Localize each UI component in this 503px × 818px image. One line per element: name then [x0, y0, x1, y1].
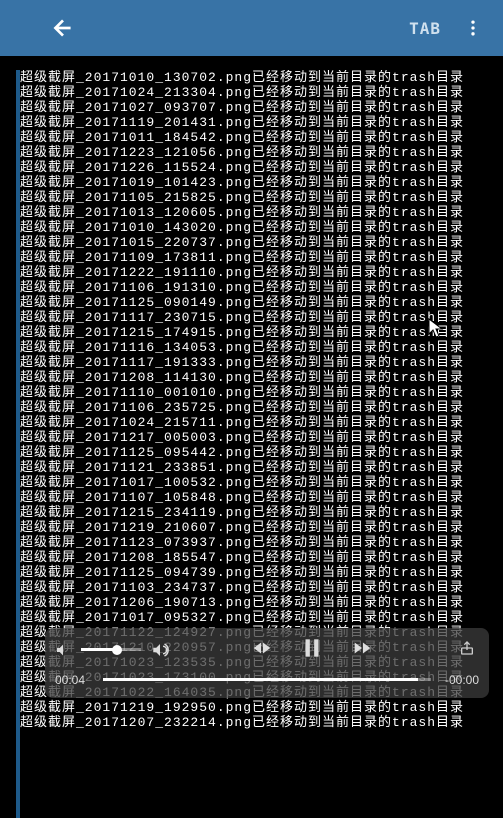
- terminal-line: 超级截屏_20171116_134053.png已经移动到当前目录的trash目…: [20, 340, 503, 355]
- terminal-line: 超级截屏_20171027_093707.png已经移动到当前目录的trash目…: [20, 100, 503, 115]
- terminal-line: 超级截屏_20171105_215825.png已经移动到当前目录的trash目…: [20, 190, 503, 205]
- terminal-line: 超级截屏_20171125_090149.png已经移动到当前目录的trash目…: [20, 295, 503, 310]
- terminal-line: 超级截屏_20171103_234737.png已经移动到当前目录的trash目…: [20, 580, 503, 595]
- app-toolbar: TAB: [0, 0, 503, 56]
- terminal-line: 超级截屏_20171117_191333.png已经移动到当前目录的trash目…: [20, 355, 503, 370]
- prev-button[interactable]: [251, 637, 273, 663]
- terminal-line: 超级截屏_20171119_201431.png已经移动到当前目录的trash目…: [20, 115, 503, 130]
- terminal-pane[interactable]: 超级截屏_20171010_130702.png已经移动到当前目录的trash目…: [16, 70, 503, 818]
- volume-high-icon: [151, 641, 169, 659]
- media-player-overlay: 00:04 -00:00: [45, 628, 489, 698]
- more-menu-icon[interactable]: [455, 10, 491, 46]
- pause-button[interactable]: [299, 635, 325, 665]
- terminal-line: 超级截屏_20171017_100532.png已经移动到当前目录的trash目…: [20, 475, 503, 490]
- terminal-line: 超级截屏_20171024_215711.png已经移动到当前目录的trash目…: [20, 415, 503, 430]
- terminal-line: 超级截屏_20171109_173811.png已经移动到当前目录的trash目…: [20, 250, 503, 265]
- back-button[interactable]: [42, 7, 84, 49]
- terminal-line: 超级截屏_20171208_114130.png已经移动到当前目录的trash目…: [20, 370, 503, 385]
- terminal-line: 超级截屏_20171010_143020.png已经移动到当前目录的trash目…: [20, 220, 503, 235]
- terminal-line: 超级截屏_20171106_235725.png已经移动到当前目录的trash目…: [20, 400, 503, 415]
- terminal-line: 超级截屏_20171215_234119.png已经移动到当前目录的trash目…: [20, 505, 503, 520]
- terminal-line: 超级截屏_20171222_191110.png已经移动到当前目录的trash目…: [20, 265, 503, 280]
- terminal-line: 超级截屏_20171219_210607.png已经移动到当前目录的trash目…: [20, 520, 503, 535]
- volume-slider[interactable]: [81, 648, 141, 651]
- terminal-line: 超级截屏_20171106_191310.png已经移动到当前目录的trash目…: [20, 280, 503, 295]
- share-button[interactable]: [455, 639, 479, 661]
- terminal-line: 超级截屏_20171107_105848.png已经移动到当前目录的trash目…: [20, 490, 503, 505]
- terminal-line: 超级截屏_20171125_094739.png已经移动到当前目录的trash目…: [20, 565, 503, 580]
- current-time: 00:04: [55, 673, 95, 687]
- terminal-line: 超级截屏_20171208_185547.png已经移动到当前目录的trash目…: [20, 550, 503, 565]
- terminal-line: 超级截屏_20171223_121056.png已经移动到当前目录的trash目…: [20, 145, 503, 160]
- terminal-line: 超级截屏_20171206_190713.png已经移动到当前目录的trash目…: [20, 595, 503, 610]
- terminal-line: 超级截屏_20171215_174915.png已经移动到当前目录的trash目…: [20, 325, 503, 340]
- terminal-line: 超级截屏_20171207_232214.png已经移动到当前目录的trash目…: [20, 715, 503, 730]
- terminal-line: 超级截屏_20171015_220737.png已经移动到当前目录的trash目…: [20, 235, 503, 250]
- terminal-line: 超级截屏_20171010_130702.png已经移动到当前目录的trash目…: [20, 70, 503, 85]
- terminal-line: 超级截屏_20171110_001010.png已经移动到当前目录的trash目…: [20, 385, 503, 400]
- terminal-line: 超级截屏_20171117_230715.png已经移动到当前目录的trash目…: [20, 310, 503, 325]
- remaining-time: -00:00: [439, 673, 479, 687]
- terminal-line: 超级截屏_20171219_192950.png已经移动到当前目录的trash目…: [20, 700, 503, 715]
- terminal-line: 超级截屏_20171011_184542.png已经移动到当前目录的trash目…: [20, 130, 503, 145]
- terminal-line: 超级截屏_20171019_101423.png已经移动到当前目录的trash目…: [20, 175, 503, 190]
- terminal-line: 超级截屏_20171017_095327.png已经移动到当前目录的trash目…: [20, 610, 503, 625]
- volume-control[interactable]: [55, 641, 169, 659]
- terminal-line: 超级截屏_20171125_095442.png已经移动到当前目录的trash目…: [20, 445, 503, 460]
- terminal-line: 超级截屏_20171024_213304.png已经移动到当前目录的trash目…: [20, 85, 503, 100]
- terminal-line: 超级截屏_20171217_005003.png已经移动到当前目录的trash目…: [20, 430, 503, 445]
- terminal-line: 超级截屏_20171123_073937.png已经移动到当前目录的trash目…: [20, 535, 503, 550]
- terminal-line: 超级截屏_20171013_120605.png已经移动到当前目录的trash目…: [20, 205, 503, 220]
- terminal-line: 超级截屏_20171121_233851.png已经移动到当前目录的trash目…: [20, 460, 503, 475]
- next-button[interactable]: [351, 637, 373, 663]
- progress-slider[interactable]: [103, 678, 431, 681]
- terminal-line: 超级截屏_20171226_115524.png已经移动到当前目录的trash目…: [20, 160, 503, 175]
- volume-low-icon: [55, 642, 71, 658]
- tab-button[interactable]: TAB: [395, 11, 455, 46]
